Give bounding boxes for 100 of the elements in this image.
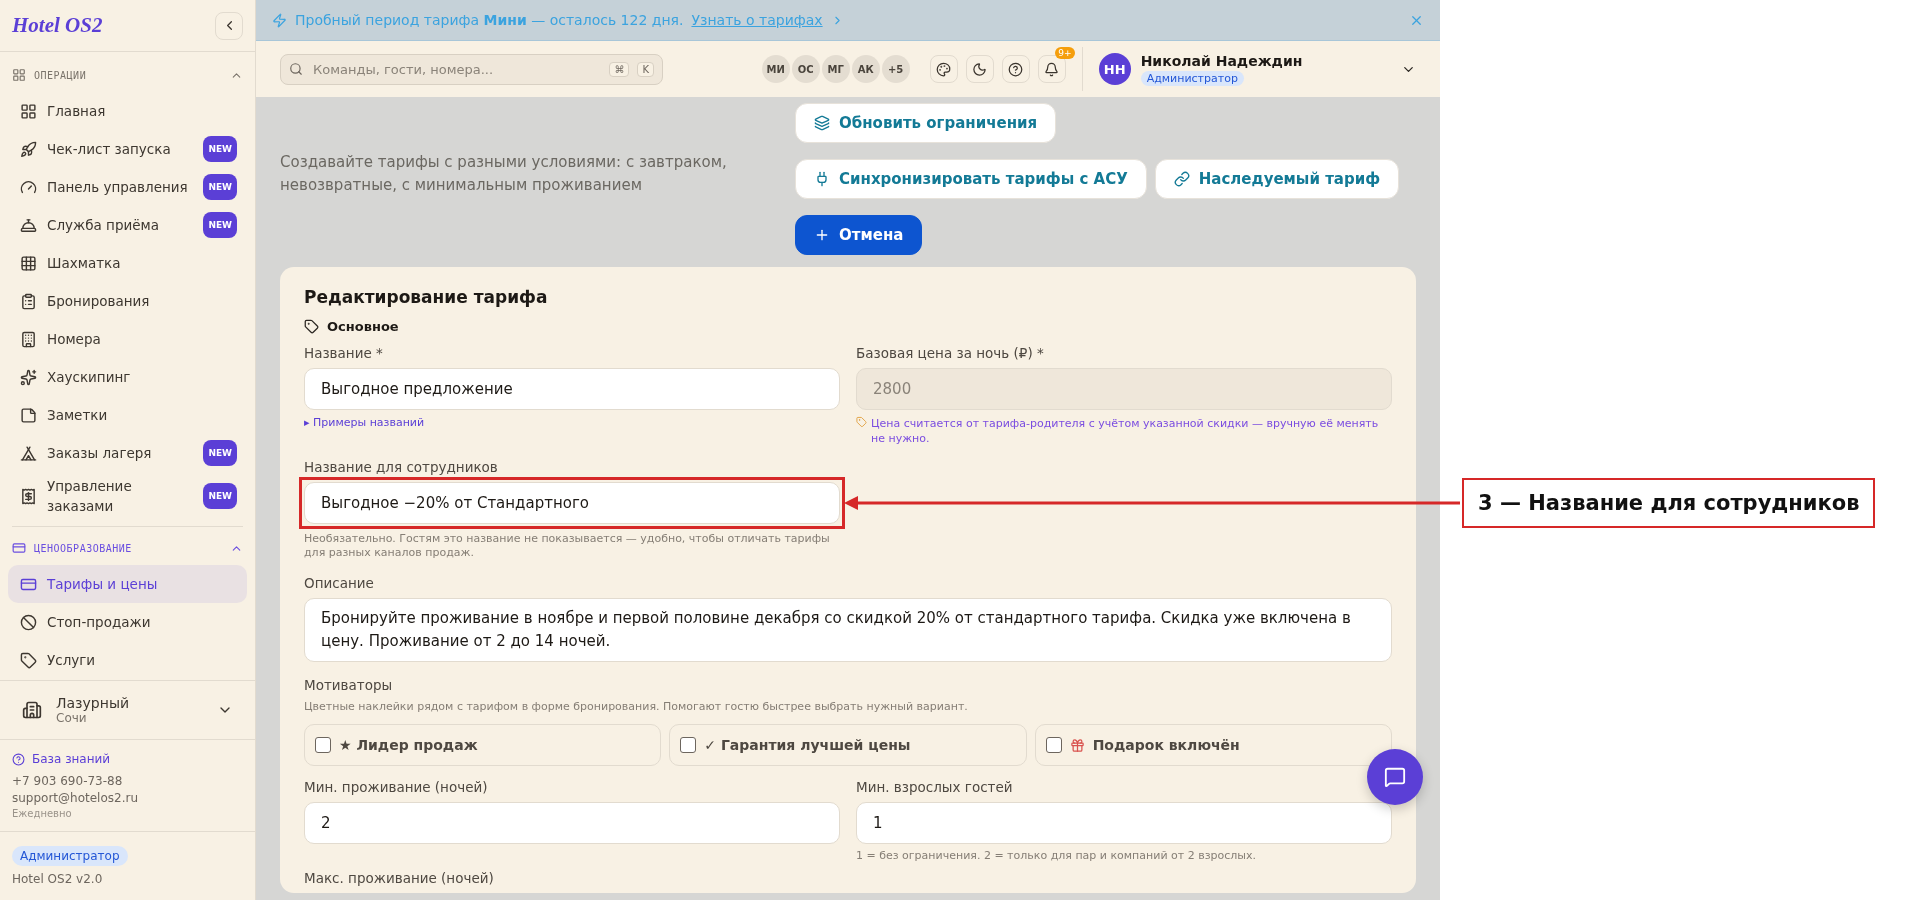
nav-item[interactable]: Тарифы и цены — [8, 565, 247, 603]
input-field[interactable]: Выгодное предложение — [304, 368, 840, 410]
action-button[interactable]: Синхронизировать тарифы с АСУ — [795, 159, 1147, 199]
property-name: Лазурный — [56, 695, 131, 711]
gift-icon — [1069, 737, 1085, 753]
tag-icon — [856, 416, 867, 428]
palette-button[interactable] — [929, 55, 958, 83]
role-badge: Администратор — [12, 846, 128, 866]
nav-item[interactable]: Шахматка — [8, 244, 247, 282]
textarea-field[interactable]: Бронируйте проживание в ноябре и первой половине декабря со скидкой 20% от стандартного тарифа. Скидка уже включена в цену. Проживание от 2 до 14 ночей. — [304, 598, 1392, 662]
support-phone: +7 903 690-73-88 — [12, 774, 124, 788]
action-button[interactable]: Наследуемый тариф — [1154, 159, 1400, 199]
note-icon — [20, 406, 37, 424]
nav-item[interactable]: Управление заказами NEW — [8, 472, 247, 520]
rocket-icon — [20, 140, 37, 158]
field-label: Мин. проживание (ночей) — [304, 778, 489, 796]
field-label: Мотиваторы — [304, 676, 394, 694]
page-description: Создавайте тарифы с разными условиями: с завтраком, невозвратные, с минимальным проживанием — [280, 152, 728, 196]
gauge-icon — [20, 178, 37, 196]
tag-icon — [20, 651, 37, 669]
option-label: ★ Лидер продаж — [339, 737, 478, 753]
checkbox[interactable] — [315, 737, 331, 753]
plug-icon — [814, 171, 830, 187]
section-title: Основное — [327, 319, 399, 334]
input-field[interactable]: Выгодное −20% от Стандартного — [304, 482, 840, 524]
help-icon — [12, 752, 25, 766]
nav-item[interactable]: Номера — [8, 320, 247, 358]
nav-item[interactable]: Услуги — [8, 641, 247, 679]
grid-icon — [20, 102, 37, 120]
field-label: Базовая цена за ночь (₽) * — [856, 344, 1045, 362]
checkbox-option[interactable]: ✓ Гарантия лучшей цены — [669, 724, 1027, 766]
field-hint: Цветные наклейки рядом с тарифом в форме бронирования. Помогают гостю быстрее выбрать нужный вариант. — [304, 700, 969, 714]
sparkles-icon — [20, 368, 37, 386]
app-version: Hotel OS2 v2.0 — [12, 872, 103, 886]
notification-count: 9+ — [1055, 47, 1075, 59]
nav-item[interactable]: Панель управления NEW — [8, 168, 247, 206]
new-badge: NEW — [203, 440, 237, 466]
help-button[interactable] — [1001, 55, 1030, 83]
support-hours: Ежедневно — [12, 808, 73, 819]
building-icon — [20, 330, 37, 348]
input-field[interactable]: 1 — [856, 802, 1392, 844]
nav-item[interactable]: Заказы лагеря NEW — [8, 434, 247, 472]
search-input[interactable]: Команды, гости, номера... — [311, 60, 602, 78]
bell-icon — [1044, 61, 1060, 77]
input-field[interactable]: 2 — [304, 802, 840, 844]
more-users: +5 — [881, 55, 910, 83]
user-name: Николай Надеждин — [1140, 52, 1303, 69]
chat-icon — [1384, 766, 1406, 788]
primary-button[interactable]: Отмена — [795, 215, 923, 255]
notifications-button[interactable] — [1037, 55, 1066, 83]
nav-item[interactable]: Главная — [8, 92, 247, 130]
section-title: ОПЕРАЦИИ — [34, 69, 88, 81]
examples-link[interactable]: ▸ Примеры названий — [304, 416, 425, 429]
clipboard-icon — [20, 292, 37, 310]
field-label: Описание — [304, 574, 375, 592]
new-badge: NEW — [203, 174, 237, 200]
section-title: ЦЕНООБРАЗОВАНИЕ — [34, 542, 133, 554]
search-icon — [289, 62, 303, 76]
palette-icon — [936, 61, 952, 77]
link-icon — [1173, 171, 1190, 187]
user-avatar: МИ — [761, 55, 790, 83]
property-switcher[interactable]: Лазурный Сочи — [0, 680, 255, 740]
nav-item[interactable]: Заметки — [8, 396, 247, 434]
tag-icon — [304, 319, 319, 334]
tent-icon — [20, 444, 37, 462]
service-bell-icon — [20, 216, 37, 234]
property-city: Сочи — [56, 711, 88, 725]
nav-item[interactable]: Чек-лист запуска NEW — [8, 130, 247, 168]
shortcut-key: K — [637, 61, 654, 77]
support-email: support@hotelos2.ru — [12, 791, 140, 805]
nav-item[interactable]: Стоп-продажи — [8, 603, 247, 641]
knowledge-base-link[interactable]: База знаний — [12, 752, 243, 766]
user-avatar: НН — [1098, 53, 1131, 85]
checkbox[interactable] — [680, 737, 697, 753]
grid-icon — [12, 68, 26, 82]
building-icon — [22, 700, 42, 720]
moon-icon — [972, 61, 988, 77]
price-note: Цена считается от тарифа-родителя с учётом указанной скидки — вручную её менять не нужно. — [871, 416, 1380, 446]
dark-mode-button[interactable] — [965, 55, 994, 83]
search-field[interactable]: Команды, гости, номера... ⌘ K — [280, 53, 663, 85]
option-label: ✓ Гарантия лучшей цены — [704, 737, 911, 753]
new-badge: NEW — [203, 136, 237, 162]
checkbox-option[interactable]: ★ Лидер продаж — [304, 724, 662, 766]
layers-icon — [814, 115, 830, 131]
trial-text: Пробный период тарифа Мини — осталось 122 дня. — [295, 12, 684, 28]
new-badge: NEW — [203, 212, 237, 238]
field-hint: Необязательно. Гостям это название не показывается — удобно, чтобы отличать тарифы для разных каналов продаж. — [304, 532, 831, 560]
lightning-icon — [272, 12, 287, 28]
ban-icon — [20, 613, 37, 631]
nav-item[interactable]: Служба приёма NEW — [8, 206, 247, 244]
field-label: Макс. проживание (ночей) — [304, 869, 495, 887]
action-button[interactable]: Обновить ограничения — [795, 103, 1057, 143]
help-icon — [1008, 61, 1024, 77]
user-role: Администратор — [1140, 70, 1244, 86]
new-badge: NEW — [203, 483, 237, 509]
nav-item[interactable]: Хаускипинг — [8, 358, 247, 396]
checkbox[interactable] — [1045, 737, 1062, 753]
card-icon — [12, 541, 26, 555]
nav-item[interactable]: Бронирования — [8, 282, 247, 320]
field-label: Название для сотрудников — [304, 458, 499, 476]
